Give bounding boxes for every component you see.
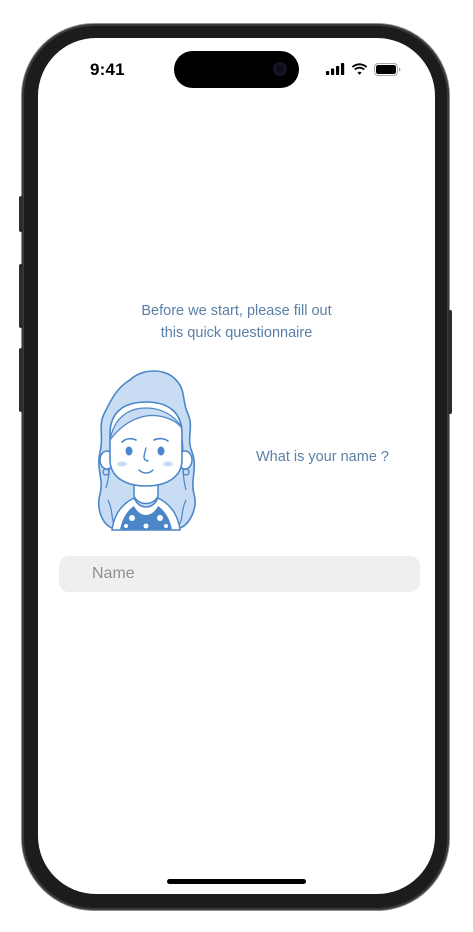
- home-indicator[interactable]: [167, 879, 306, 884]
- power-button: [448, 310, 452, 414]
- name-input[interactable]: [59, 556, 420, 592]
- question-text: What is your name ?: [256, 449, 389, 465]
- woman-avatar-illustration: [97, 370, 196, 531]
- intro-line-1: Before we start, please fill out: [141, 303, 332, 319]
- volume-up-button: [19, 264, 23, 328]
- status-bar: 9:41: [38, 38, 435, 98]
- intro-text: Before we start, please fill out this qu…: [38, 300, 435, 344]
- battery-icon: [374, 62, 401, 76]
- action-button: [19, 196, 23, 232]
- dynamic-island: [174, 51, 299, 88]
- status-icons: [326, 62, 401, 76]
- cellular-signal-icon: [326, 63, 345, 75]
- intro-line-2: this quick questionnaire: [160, 325, 313, 341]
- camera-icon: [273, 62, 287, 76]
- status-time: 9:41: [90, 60, 125, 79]
- wifi-icon: [351, 63, 368, 75]
- screen: 9:41 Before we start, please fill out th…: [38, 38, 435, 894]
- volume-down-button: [19, 348, 23, 412]
